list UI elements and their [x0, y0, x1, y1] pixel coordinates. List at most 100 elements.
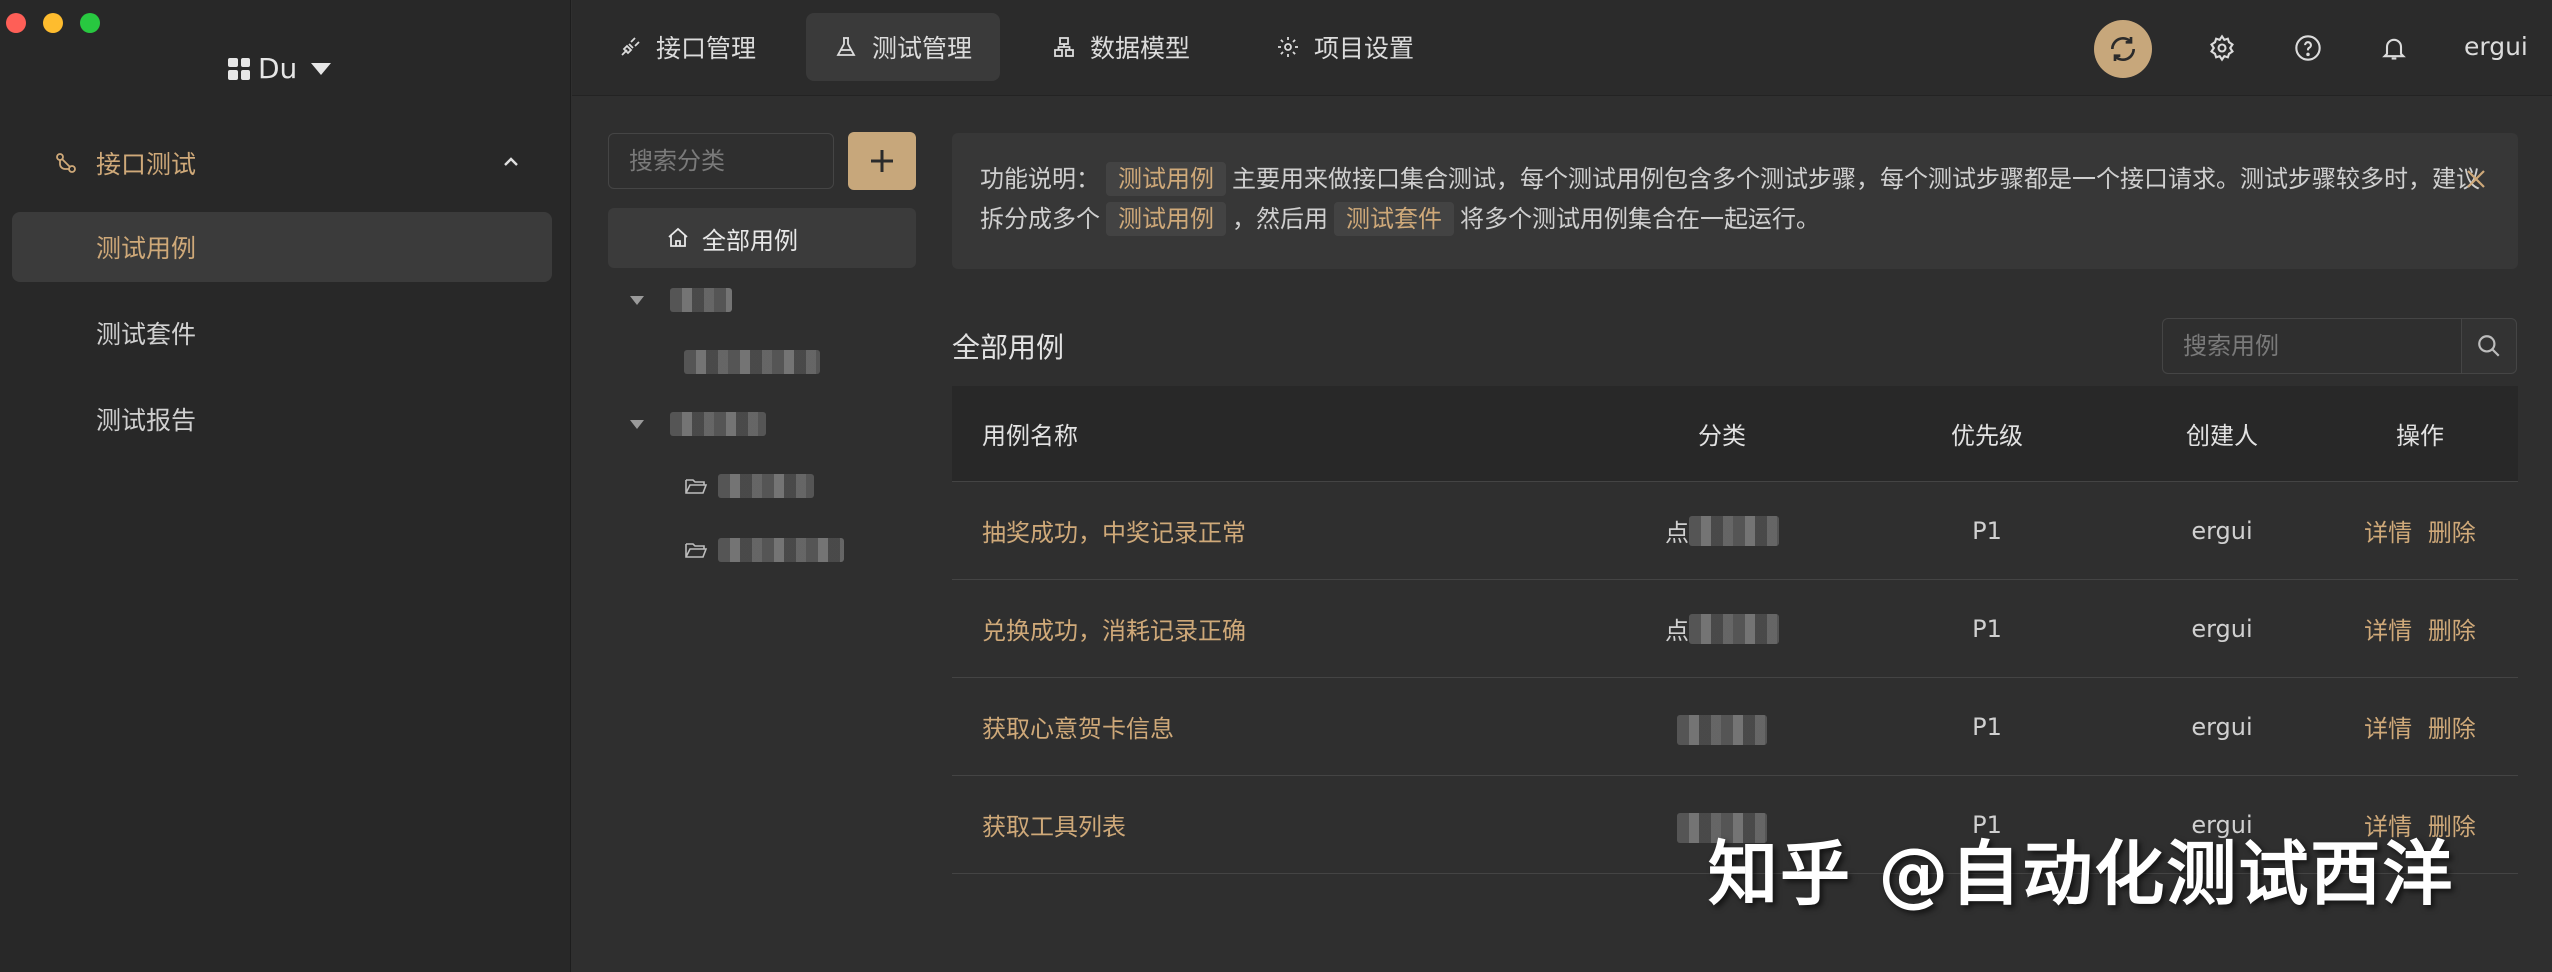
table-row: 抽奖成功，中奖记录正常 点 P1 ergui 详情 删除: [952, 482, 2518, 580]
cases-table: 用例名称 分类 优先级 创建人 操作 抽奖成功，中奖记录正常 点 P1 ergu…: [952, 386, 2518, 874]
table-row: 获取心意贺卡信息 P1 ergui 详情 删除: [952, 678, 2518, 776]
column-header-actions: 操作: [2396, 422, 2444, 450]
tree-folder[interactable]: [630, 404, 766, 444]
redacted-folder-name: [684, 350, 820, 374]
caret-down-icon: [311, 62, 332, 75]
home-icon: [668, 227, 688, 247]
delete-link[interactable]: 删除: [2428, 715, 2476, 743]
tag-test-case: 测试用例: [1106, 162, 1226, 196]
case-actions: 详情 删除: [2322, 709, 2518, 744]
redacted-category: [1689, 515, 1779, 546]
window-controls: [6, 13, 100, 33]
info-banner: 功能说明： 测试用例 主要用来做接口集合测试，每个测试用例包含多个测试步骤，每个测试…: [952, 133, 2518, 269]
column-header-creator: 创建人: [2186, 422, 2258, 450]
tab-test-management[interactable]: 测试管理: [806, 13, 1001, 81]
tree-leaf[interactable]: [684, 342, 820, 382]
sidebar-item-test-suites[interactable]: 测试套件: [12, 298, 552, 368]
delete-link[interactable]: 删除: [2428, 519, 2476, 547]
detail-link[interactable]: 详情: [2364, 519, 2412, 547]
watermark: 知乎 @自动化测试西洋: [1708, 833, 2455, 915]
username[interactable]: ergui: [2464, 32, 2528, 61]
case-creator: ergui: [2191, 614, 2253, 643]
plus-icon: [871, 150, 893, 172]
tab-project-settings[interactable]: 项目设置: [1248, 13, 1442, 81]
redacted-folder-name: [670, 288, 732, 312]
project-switcher[interactable]: Du: [228, 52, 332, 85]
delete-link[interactable]: 删除: [2428, 617, 2476, 645]
tab-data-models[interactable]: 数据模型: [1024, 13, 1218, 81]
banner-prefix: 功能说明：: [980, 165, 1100, 193]
close-icon[interactable]: [2464, 167, 2488, 191]
column-header-name: 用例名称: [982, 422, 1078, 450]
sidebar-item-label: 测试套件: [96, 320, 197, 349]
grid-icon: [228, 57, 250, 80]
case-search-button[interactable]: [2461, 318, 2517, 374]
category-prefix: 点: [1665, 519, 1689, 547]
chevron-up-icon[interactable]: [501, 152, 521, 172]
banner-text: 将多个测试用例集合在一起运行。: [1460, 205, 1820, 233]
redacted-category: [1689, 613, 1779, 644]
tab-label: 测试管理: [872, 34, 973, 63]
detail-link[interactable]: 详情: [2364, 617, 2412, 645]
bell-icon[interactable]: [2380, 34, 2408, 62]
case-priority: P1: [1972, 614, 2002, 643]
column-header-category: 分类: [1698, 422, 1746, 450]
table-row: 兑换成功，消耗记录正确 点 P1 ergui 详情 删除: [952, 580, 2518, 678]
redacted-folder-name: [718, 474, 814, 498]
tag-test-suite: 测试套件: [1334, 202, 1454, 236]
plug-icon: [621, 37, 640, 56]
sidebar-item-test-cases[interactable]: 测试用例: [12, 212, 552, 282]
sync-button[interactable]: [2094, 20, 2152, 78]
column-header-priority: 优先级: [1951, 422, 2023, 450]
tag-test-case: 测试用例: [1106, 202, 1226, 236]
case-category: 点: [1592, 513, 1852, 548]
banner-text: ，然后用: [1232, 205, 1328, 233]
tree-item-all-cases[interactable]: 全部用例: [608, 208, 916, 268]
settings-icon[interactable]: [2208, 34, 2236, 62]
sidebar-item-label: 测试报告: [96, 406, 197, 435]
case-actions: 详情 删除: [2322, 611, 2518, 646]
case-search-input[interactable]: [2162, 318, 2462, 374]
top-nav: 接口管理 测试管理 数据模型 项目设置 ergui: [572, 0, 2552, 96]
section-title: 全部用例: [952, 331, 1065, 364]
add-category-button[interactable]: [848, 132, 916, 190]
caret-down-icon: [630, 419, 644, 429]
folder-open-icon: [685, 479, 708, 494]
project-name: Du: [258, 52, 298, 85]
tree-leaf[interactable]: [684, 466, 814, 506]
gear-icon: [1278, 37, 1298, 57]
redacted-folder-name: [670, 412, 766, 436]
tab-label: 接口管理: [656, 34, 757, 63]
tab-label: 项目设置: [1314, 34, 1415, 63]
tab-api-management[interactable]: 接口管理: [590, 13, 784, 81]
sidebar-group-api-test[interactable]: 接口测试: [0, 140, 571, 186]
case-name-link[interactable]: 获取心意贺卡信息: [952, 709, 1592, 744]
search-icon: [2478, 335, 2500, 357]
case-name-link[interactable]: 兑换成功，消耗记录正确: [952, 611, 1592, 646]
category-search-input[interactable]: [608, 133, 834, 189]
case-creator: ergui: [2191, 516, 2253, 545]
case-actions: 详情 删除: [2322, 513, 2518, 548]
sync-icon: [2111, 37, 2135, 61]
flask-icon: [836, 37, 856, 56]
case-name-link[interactable]: 抽奖成功，中奖记录正常: [952, 513, 1592, 548]
detail-link[interactable]: 详情: [2364, 715, 2412, 743]
tree-folder[interactable]: [630, 280, 732, 320]
sidebar-item-test-reports[interactable]: 测试报告: [12, 384, 552, 454]
redacted-folder-name: [718, 538, 844, 562]
minimize-window-button[interactable]: [43, 13, 63, 33]
tab-label: 数据模型: [1090, 34, 1191, 63]
model-icon: [1054, 37, 1074, 57]
tree-item-label: 全部用例: [702, 226, 798, 255]
caret-down-icon: [630, 295, 644, 305]
tree-leaf[interactable]: [684, 530, 844, 570]
close-window-button[interactable]: [6, 13, 26, 33]
redacted-category: [1677, 715, 1767, 745]
maximize-window-button[interactable]: [80, 13, 100, 33]
case-priority: P1: [1972, 712, 2002, 741]
sidebar-group-label: 接口测试: [96, 150, 197, 179]
sidebar: Du 接口测试 测试用例 测试套件 测试报告: [0, 0, 571, 972]
case-name-link[interactable]: 获取工具列表: [952, 807, 1592, 842]
table-header: 用例名称 分类 优先级 创建人 操作: [952, 386, 2518, 482]
help-icon[interactable]: [2294, 34, 2322, 62]
